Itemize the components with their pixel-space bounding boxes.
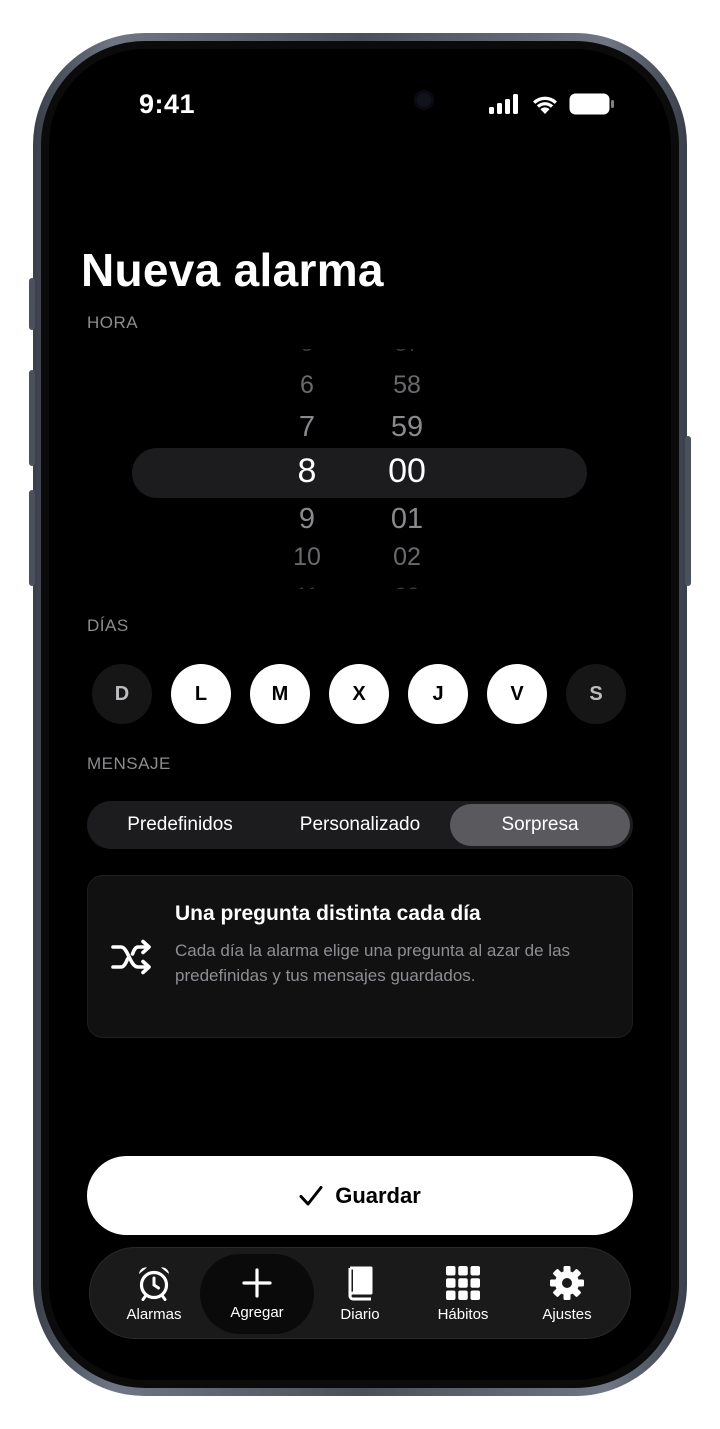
- save-button[interactable]: Guardar: [87, 1156, 633, 1235]
- tab-ajustes[interactable]: Ajustes: [517, 1248, 617, 1340]
- dias-label: DÍAS: [87, 616, 129, 635]
- wifi-icon: [533, 96, 557, 114]
- front-camera: [414, 90, 434, 110]
- hour-option[interactable]: 10: [269, 545, 345, 570]
- minute-option[interactable]: 00: [369, 454, 445, 488]
- hora-label: HORA: [87, 313, 139, 332]
- card-description: Cada día la alarma elige una pregunta al…: [175, 941, 571, 985]
- day-toggle-x[interactable]: X: [329, 664, 389, 724]
- minute-option[interactable]: 02: [369, 545, 445, 570]
- page-title: Nueva alarma: [81, 244, 384, 296]
- status-time: 9:41: [139, 89, 196, 119]
- volume-down-button: [29, 490, 35, 586]
- minute-option[interactable]: 01: [369, 505, 445, 534]
- day-toggle-l[interactable]: L: [171, 664, 231, 724]
- alarm-clock-icon: [139, 1267, 169, 1301]
- save-button-label: Guardar: [335, 1182, 421, 1208]
- minute-option[interactable]: 58: [369, 373, 445, 398]
- message-type-segmented-control: Predefinidos Personalizado Sorpresa: [87, 801, 633, 849]
- minute-wheel[interactable]: 57 58 59 00 01 02 03: [369, 349, 445, 589]
- tab-sorpresa[interactable]: Sorpresa: [450, 804, 630, 846]
- cellular-signal-icon: [489, 94, 518, 114]
- tab-personalizado[interactable]: Personalizado: [270, 804, 450, 846]
- tab-bar: Alarmas Agregar Diario Hábitos Ajustes: [89, 1247, 631, 1339]
- status-icons: [489, 93, 615, 115]
- screen: 9:41 Nueva alarma HORA 5 6 7 8 9 10 11 57 58 59 0…: [49, 49, 671, 1380]
- power-button: [685, 436, 691, 586]
- tab-label: Hábitos: [437, 1306, 489, 1323]
- tab-predefinidos[interactable]: Predefinidos: [90, 804, 270, 846]
- battery-icon: [569, 93, 614, 115]
- volume-up-button: [29, 370, 35, 466]
- tab-diario[interactable]: Diario: [310, 1248, 410, 1340]
- checkmark-icon: [299, 1185, 323, 1205]
- minute-option[interactable]: 03: [369, 585, 445, 590]
- day-toggle-m[interactable]: M: [250, 664, 310, 724]
- minute-option[interactable]: 59: [369, 413, 445, 442]
- hour-option[interactable]: 9: [269, 505, 345, 534]
- hour-option[interactable]: 6: [269, 373, 345, 398]
- day-selector: D L M X J V S: [92, 664, 626, 724]
- book-icon: [348, 1266, 373, 1301]
- day-toggle-s[interactable]: S: [566, 664, 626, 724]
- day-toggle-d[interactable]: D: [92, 664, 152, 724]
- tab-habitos[interactable]: Hábitos: [413, 1248, 513, 1340]
- picker-selection-band: [132, 448, 587, 498]
- plus-icon: [242, 1268, 272, 1298]
- card-title: Una pregunta distinta cada día: [175, 902, 481, 925]
- tab-label: Diario: [340, 1306, 380, 1323]
- tab-alarmas[interactable]: Alarmas: [104, 1248, 204, 1340]
- mensaje-label: MENSAJE: [87, 754, 171, 773]
- minute-option[interactable]: 57: [369, 349, 445, 355]
- hour-option[interactable]: 7: [269, 413, 345, 442]
- tab-agregar[interactable]: Agregar: [200, 1254, 314, 1334]
- tab-label: Alarmas: [126, 1306, 182, 1323]
- day-toggle-v[interactable]: V: [487, 664, 547, 724]
- day-toggle-j[interactable]: J: [408, 664, 468, 724]
- hour-option[interactable]: 5: [269, 349, 345, 355]
- gear-icon: [550, 1266, 584, 1300]
- action-button: [29, 278, 35, 330]
- hour-option[interactable]: 8: [269, 454, 345, 488]
- tab-label: Ajustes: [542, 1306, 592, 1323]
- tab-label: Agregar: [230, 1304, 284, 1321]
- hour-wheel[interactable]: 5 6 7 8 9 10 11: [269, 349, 345, 589]
- hour-option[interactable]: 11: [269, 585, 345, 590]
- surprise-info-card: Una pregunta distinta cada día Cada día …: [87, 875, 633, 1038]
- shuffle-icon: [111, 939, 151, 975]
- grid-icon: [446, 1266, 480, 1300]
